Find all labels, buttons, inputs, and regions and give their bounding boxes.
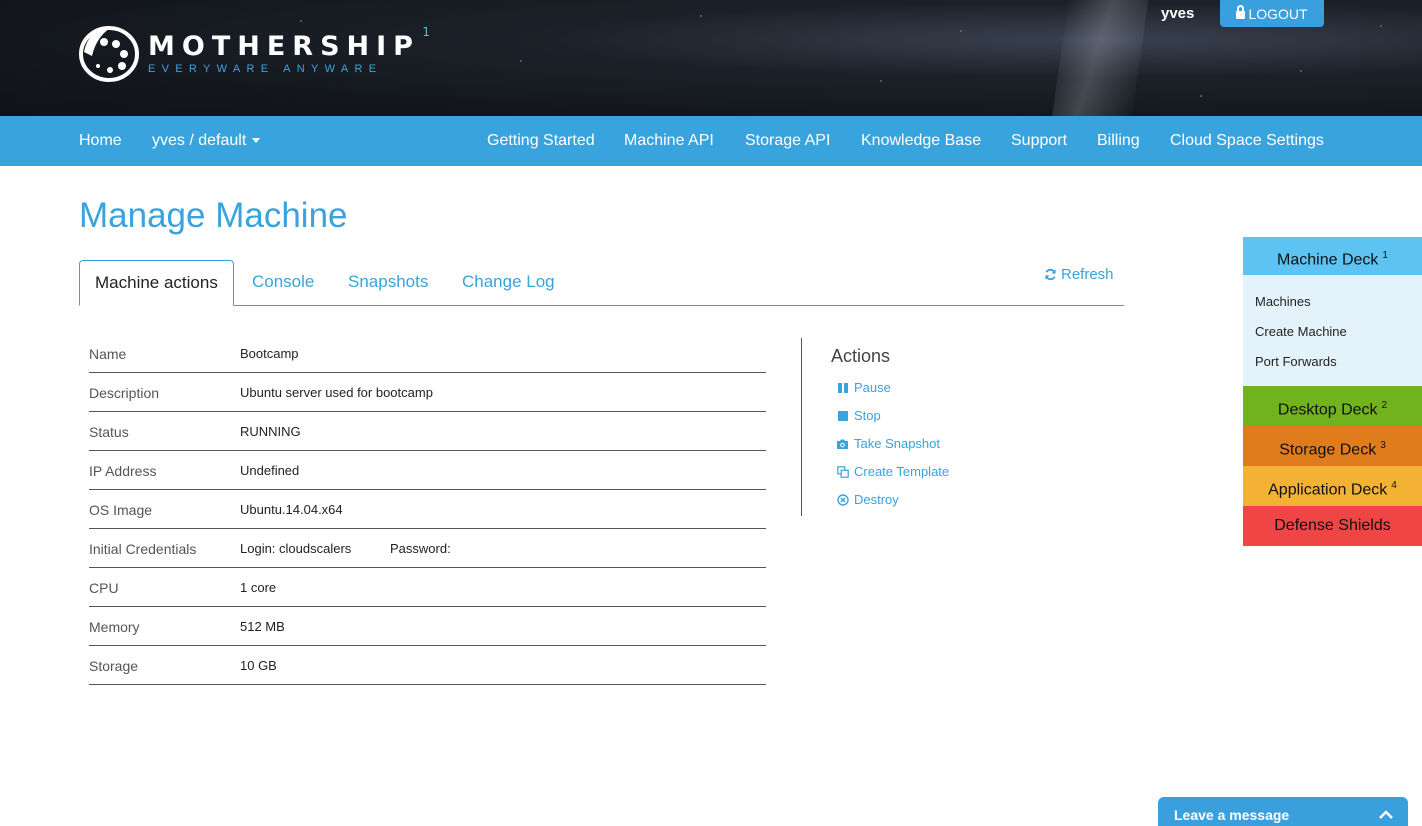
brand-logo[interactable]: MOTHERSHIP 1 EVERYWARE ANYWARE [78,22,430,84]
destroy-label: Destroy [854,492,899,507]
main-navbar: Home yves / default Getting Started Mach… [0,116,1422,166]
storage-deck-button[interactable]: Storage Deck 3 [1243,426,1422,466]
details-row-storage: Storage 10 GB [89,646,766,685]
details-row-description: Description Ubuntu server used for bootc… [89,373,766,412]
machine-deck-button[interactable]: Machine Deck 1 [1243,237,1422,275]
details-row-os-image: OS Image Ubuntu.14.04.x64 [89,490,766,529]
create-template-label: Create Template [854,464,950,479]
refresh-label: Refresh [1061,266,1114,283]
pause-icon [836,381,849,394]
details-label: IP Address [89,463,157,479]
details-row-ip-address: IP Address Undefined [89,451,766,490]
desktop-deck-number: 2 [1381,400,1388,411]
copy-icon [836,465,849,478]
nav-storage-api[interactable]: Storage API [745,116,830,166]
header-decoration [1050,0,1150,116]
mothership-logo-icon [79,26,139,82]
machine-details-table: Name Bootcamp Description Ubuntu server … [89,334,766,685]
nav-getting-started[interactable]: Getting Started [487,116,595,166]
application-deck-button[interactable]: Application Deck 4 [1243,466,1422,506]
leave-message-label: Leave a message [1174,807,1290,823]
tabs-divider [79,305,1124,306]
deck-link-port-forwards[interactable]: Port Forwards [1255,354,1337,369]
nav-home[interactable]: Home [79,116,122,166]
brand-name: MOTHERSHIP 1 [148,25,430,62]
nav-machine-api[interactable]: Machine API [624,116,714,166]
details-row-status: Status RUNNING [89,412,766,451]
details-label: Status [89,424,129,440]
refresh-icon [1045,268,1056,281]
details-value: 512 MB [240,619,285,634]
cloud-space-dropdown[interactable]: yves / default [152,116,261,166]
details-label: OS Image [89,502,153,518]
pause-action[interactable]: Pause [836,380,891,395]
desktop-deck-button[interactable]: Desktop Deck 2 [1243,386,1422,426]
stop-label: Stop [854,408,881,423]
tab-console[interactable]: Console [252,260,314,306]
details-value: Bootcamp [240,346,299,361]
tab-machine-actions[interactable]: Machine actions [79,260,234,306]
storage-deck-label: Storage Deck [1279,441,1377,459]
caret-down-icon [252,138,261,144]
brand-tagline: EVERYWARE ANYWARE [148,63,383,75]
lock-icon [1236,4,1246,19]
site-header: MOTHERSHIP 1 EVERYWARE ANYWARE yves LOGOU… [0,0,1422,116]
details-label: Storage [89,658,139,674]
machine-deck-label: Machine Deck [1277,251,1379,269]
details-value: 1 core [240,580,277,595]
deck-link-machines[interactable]: Machines [1255,294,1311,309]
current-user-name[interactable]: yves [1161,5,1194,22]
details-value: 10 GB [240,658,277,673]
destroy-action[interactable]: Destroy [836,492,899,507]
destroy-icon [836,493,849,506]
take-snapshot-action[interactable]: Take Snapshot [836,436,940,451]
column-divider [801,338,802,516]
details-value: Undefined [240,463,300,478]
details-value: Ubuntu.14.04.x64 [240,502,343,517]
nav-knowledge-base[interactable]: Knowledge Base [861,116,981,166]
defense-shields-label: Defense Shields [1274,517,1391,534]
leave-message-widget[interactable]: Leave a message [1158,797,1408,826]
create-template-action[interactable]: Create Template [836,464,949,479]
details-row-name: Name Bootcamp [89,334,766,373]
details-value: Ubuntu server used for bootcamp [240,385,433,400]
cloud-space-label: yves / default [152,132,247,149]
details-row-cpu: CPU 1 core [89,568,766,607]
nav-support[interactable]: Support [1011,116,1067,166]
details-label: Name [89,346,127,362]
details-row-credentials: Initial Credentials Login: cloudscalers … [89,529,766,568]
page-title: Manage Machine [79,196,348,235]
application-deck-label: Application Deck [1268,481,1388,499]
details-label: Description [89,385,160,401]
pause-label: Pause [854,380,891,395]
refresh-button[interactable]: Refresh [1044,266,1114,283]
desktop-deck-label: Desktop Deck [1277,401,1378,419]
machine-deck-number: 1 [1382,250,1388,261]
details-label: Memory [89,619,140,635]
logout-button[interactable]: LOGOUT [1220,0,1324,27]
logout-label: LOGOUT [1248,5,1308,22]
stop-action[interactable]: Stop [836,408,881,423]
details-label: CPU [89,580,119,596]
camera-icon [836,437,849,450]
tab-snapshots[interactable]: Snapshots [348,260,428,306]
tab-change-log[interactable]: Change Log [462,260,555,306]
application-deck-number: 4 [1391,480,1397,491]
chevron-up-icon [1378,807,1394,823]
password-value: Password: [390,541,451,556]
defense-shields-button[interactable]: Defense Shields [1243,506,1422,546]
machine-deck-panel: Machines Create Machine Port Forwards [1243,275,1422,386]
login-value: Login: cloudscalers [240,541,352,556]
deck-link-create-machine[interactable]: Create Machine [1255,324,1347,339]
nav-billing[interactable]: Billing [1097,116,1140,166]
actions-heading: Actions [831,346,891,366]
storage-deck-number: 3 [1380,440,1386,451]
status-value: RUNNING [240,424,301,439]
take-snapshot-label: Take Snapshot [854,436,941,451]
nav-cloud-space-settings[interactable]: Cloud Space Settings [1170,116,1324,166]
details-label: Initial Credentials [89,541,197,557]
stop-icon [836,409,849,422]
details-row-memory: Memory 512 MB [89,607,766,646]
